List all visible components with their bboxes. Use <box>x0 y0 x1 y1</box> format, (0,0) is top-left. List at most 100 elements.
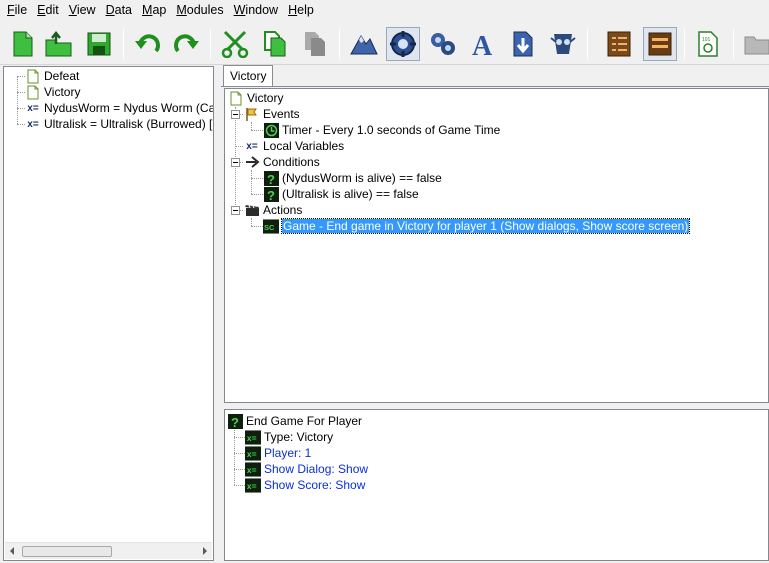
new-document-icon <box>13 31 33 57</box>
action-item[interactable]: SC Game - End game in Victory for player… <box>263 218 691 234</box>
timer-clock-icon <box>263 122 279 138</box>
action-text: Game - End game in Victory for player 1 … <box>280 218 691 234</box>
trigger-document-icon <box>25 68 41 84</box>
open-button[interactable] <box>42 27 76 61</box>
menu-window[interactable]: Window <box>229 1 283 20</box>
save-button[interactable] <box>82 27 116 61</box>
copy-icon <box>264 31 286 57</box>
tab-victory[interactable]: Victory <box>223 65 274 87</box>
parameters-panel[interactable]: ? End Game For Player x= Type: Victory x… <box>224 409 769 561</box>
events-label: Events <box>263 107 300 121</box>
menu-data[interactable]: Data <box>101 1 137 20</box>
ui-module-button[interactable] <box>643 27 677 61</box>
conditions-collapse-toggle[interactable] <box>231 158 240 167</box>
local-variables-label: Local Variables <box>263 139 345 153</box>
conditions-label: Conditions <box>263 155 320 169</box>
menu-help[interactable]: Help <box>283 1 319 20</box>
copy-button[interactable] <box>258 27 292 61</box>
param-show-dialog-link[interactable]: x= Show Dialog: Show <box>245 461 368 477</box>
folder-button[interactable] <box>740 27 769 61</box>
redo-arrow-icon <box>174 34 199 53</box>
tab-divider <box>221 86 769 87</box>
test-document-button[interactable]: 101 <box>691 27 725 61</box>
question-mark-icon: ? <box>227 413 243 429</box>
svg-text:101: 101 <box>702 37 711 43</box>
cut-button[interactable] <box>218 27 252 61</box>
undo-arrow-icon <box>135 34 160 53</box>
condition-text: (Ultralisk is alive) == false <box>282 187 419 201</box>
scrollbar-thumb[interactable] <box>22 546 112 557</box>
trigger-name: Victory <box>247 91 284 105</box>
question-mark-icon: ? <box>263 186 279 202</box>
save-disk-icon <box>87 32 111 56</box>
trigger-list-item-label: Victory <box>44 85 81 99</box>
parameter-icon: x= <box>245 461 261 477</box>
paste-button[interactable] <box>298 27 332 61</box>
param-player-label[interactable]: Player: 1 <box>264 446 311 460</box>
import-module-button[interactable] <box>506 27 540 61</box>
variable-icon: x= <box>246 140 258 152</box>
condition-item[interactable]: ? (NydusWorm is alive) == false <box>263 170 442 186</box>
param-type[interactable]: x= Type: Victory <box>245 429 333 445</box>
scroll-left-arrow-icon[interactable] <box>10 547 14 555</box>
cut-scissors-icon <box>221 30 249 58</box>
text-module-icon: A <box>472 31 493 58</box>
param-show-score-label[interactable]: Show Score: Show <box>264 478 365 492</box>
new-document-button[interactable] <box>6 27 40 61</box>
local-variables-node[interactable]: x= Local Variables <box>244 138 344 154</box>
terrain-module-button[interactable] <box>347 27 381 61</box>
param-player-link[interactable]: x= Player: 1 <box>245 445 311 461</box>
horizontal-scrollbar[interactable] <box>5 542 212 559</box>
scroll-right-arrow-icon[interactable] <box>203 547 207 555</box>
variable-list-item[interactable]: x= NydusWorm = Nydus Worm (Canal) [79.9 <box>25 100 213 116</box>
menu-bar: File Edit View Data Map Modules Window H… <box>0 0 769 21</box>
events-collapse-toggle[interactable] <box>231 110 240 119</box>
actions-collapse-toggle[interactable] <box>231 206 240 215</box>
variable-list-item-label: Ultralisk = Ultralisk (Burrowed) [53.8 <box>44 117 213 131</box>
question-mark-icon: ? <box>263 170 279 186</box>
svg-text:SC: SC <box>264 222 275 231</box>
svg-text:?: ? <box>231 415 239 429</box>
event-item[interactable]: Timer - Every 1.0 seconds of Game Time <box>263 122 500 138</box>
trigger-document-icon <box>228 90 244 106</box>
svg-text:A: A <box>472 31 493 58</box>
trigger-list-item[interactable]: Victory <box>25 84 80 100</box>
redo-button[interactable] <box>169 27 203 61</box>
variable-icon: x= <box>27 118 39 130</box>
open-folder-icon <box>45 30 72 57</box>
menu-file[interactable]: File <box>2 1 32 20</box>
arrow-right-icon <box>244 154 260 170</box>
menu-map[interactable]: Map <box>137 1 171 20</box>
event-text: Timer - Every 1.0 seconds of Game Time <box>282 123 501 137</box>
ai-module-button[interactable] <box>602 27 636 61</box>
clapperboard-icon <box>244 202 260 218</box>
menu-edit[interactable]: Edit <box>32 1 64 20</box>
actions-node[interactable]: Actions <box>244 202 302 218</box>
parameter-icon: x= <box>245 477 261 493</box>
param-show-score-link[interactable]: x= Show Score: Show <box>245 477 365 493</box>
undo-button[interactable] <box>131 27 165 61</box>
data-module-button[interactable] <box>426 27 460 61</box>
condition-item[interactable]: ? (Ultralisk is alive) == false <box>263 186 419 202</box>
parameters-title: ? End Game For Player <box>227 413 362 429</box>
score-screen-icon: SC <box>263 218 279 234</box>
import-module-icon <box>513 31 533 57</box>
trigger-list-item[interactable]: Defeat <box>25 68 79 84</box>
trigger-content-panel[interactable]: Victory Events Timer - Every 1.0 seconds… <box>224 88 769 403</box>
trigger-root[interactable]: Victory <box>228 90 283 106</box>
trigger-module-button[interactable] <box>386 27 420 61</box>
param-type-label: Type: Victory <box>264 430 334 444</box>
menu-modules[interactable]: Modules <box>171 1 228 20</box>
svg-text:x=: x= <box>247 464 257 474</box>
cutscene-module-button[interactable] <box>546 27 580 61</box>
test-document-icon: 101 <box>698 31 718 57</box>
conditions-node[interactable]: Conditions <box>244 154 320 170</box>
param-show-dialog-label[interactable]: Show Dialog: Show <box>264 462 368 476</box>
trigger-list-panel[interactable]: Defeat Victory x= NydusWorm = Nydus Worm… <box>3 66 214 561</box>
events-node[interactable]: Events <box>244 106 300 122</box>
variable-list-item[interactable]: x= Ultralisk = Ultralisk (Burrowed) [53.… <box>25 116 213 132</box>
text-module-button[interactable]: A <box>466 27 500 61</box>
menu-view[interactable]: View <box>64 1 101 20</box>
ai-module-icon <box>607 31 631 57</box>
parameters-title-label: End Game For Player <box>246 414 363 428</box>
